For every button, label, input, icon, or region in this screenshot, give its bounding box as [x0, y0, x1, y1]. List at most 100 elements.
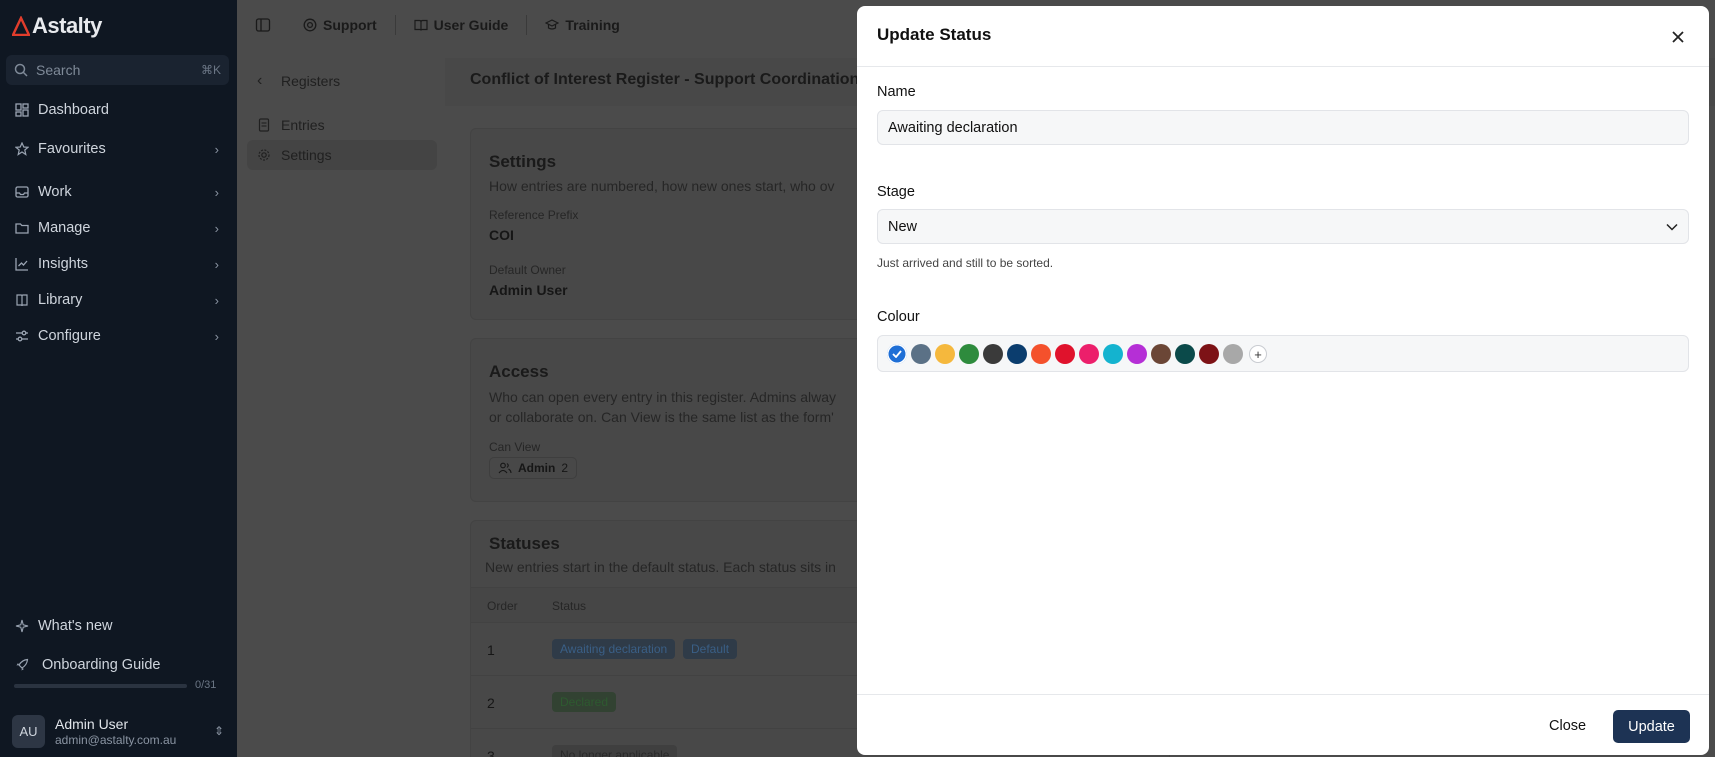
colour-swatch[interactable]	[1127, 344, 1147, 364]
chip-count: 2	[561, 461, 569, 475]
users-icon	[498, 462, 512, 474]
file-icon	[257, 118, 271, 132]
statuses-card-description: New entries start in the default status.…	[485, 559, 836, 575]
divider	[394, 15, 396, 35]
sidebar-item-manage[interactable]: Manage ›	[0, 212, 237, 244]
folder-icon	[14, 220, 30, 236]
colour-swatch[interactable]	[1031, 344, 1051, 364]
sliders-icon	[14, 328, 30, 344]
subnav-item-settings[interactable]: Settings	[247, 140, 437, 170]
access-card-description-line1: Who can open every entry in this registe…	[489, 389, 837, 405]
chevron-right-icon: ›	[214, 292, 219, 308]
whats-new-link[interactable]: What's new	[0, 610, 237, 642]
sidebar-item-label: Manage	[38, 220, 91, 236]
name-field[interactable]	[877, 110, 1689, 145]
colour-picker: +	[877, 335, 1689, 372]
colour-swatch[interactable]	[983, 344, 1003, 364]
chevron-right-icon: ›	[214, 256, 219, 272]
colour-swatch[interactable]	[1007, 344, 1027, 364]
default-owner-value: Admin User	[489, 282, 568, 298]
settings-label: Settings	[281, 147, 332, 163]
user-menu[interactable]: AU Admin User admin@astalty.com.au ⇕	[12, 714, 232, 748]
row-order: 3	[487, 748, 495, 757]
search-icon	[14, 63, 28, 77]
colour-swatch[interactable]	[887, 344, 907, 364]
colour-label: Colour	[877, 309, 920, 325]
colour-swatch[interactable]	[959, 344, 979, 364]
reference-prefix-label: Reference Prefix	[489, 208, 579, 222]
colour-swatch[interactable]	[1199, 344, 1219, 364]
status-badge: Declared	[552, 692, 617, 712]
dialog-header-divider	[857, 66, 1709, 67]
back-label: Registers	[281, 73, 341, 89]
page-title: Conflict of Interest Register - Support …	[470, 71, 860, 88]
default-owner-label: Default Owner	[489, 263, 566, 277]
colour-swatch[interactable]	[1079, 344, 1099, 364]
divider	[526, 15, 528, 35]
gear-icon	[257, 148, 271, 162]
sidebar-item-label: Work	[38, 184, 72, 200]
reference-prefix-value: COI	[489, 227, 514, 243]
dialog-title: Update Status	[877, 25, 992, 44]
logo-mark-icon	[12, 16, 30, 36]
book-icon	[14, 292, 30, 308]
default-badge: Default	[683, 639, 738, 659]
sidebar-item-label: Library	[38, 292, 83, 308]
search-input[interactable]: Search ⌘K	[6, 55, 229, 85]
training-button[interactable]: Training	[537, 17, 627, 33]
column-header-status: Status	[552, 599, 587, 613]
stage-select[interactable]: New	[877, 209, 1689, 244]
sidebar-item-work[interactable]: Work ›	[0, 176, 237, 208]
sidebar-item-configure[interactable]: Configure ›	[0, 320, 237, 352]
close-icon[interactable]	[1667, 26, 1689, 48]
brand-name: Astalty	[32, 13, 102, 38]
colour-swatch[interactable]	[1103, 344, 1123, 364]
sidebar-item-dashboard[interactable]: Dashboard	[0, 94, 237, 126]
support-label: Support	[323, 17, 377, 33]
back-to-registers[interactable]: ‹ Registers	[247, 66, 437, 96]
register-subnav: ‹ Registers Entries Settings	[247, 66, 437, 170]
onboarding-progress-count: 0/31	[195, 679, 217, 691]
support-button[interactable]: Support	[295, 17, 385, 33]
subnav-item-entries[interactable]: Entries	[247, 110, 437, 140]
onboarding-guide-label: Onboarding Guide	[42, 657, 161, 673]
settings-card-description: How entries are numbered, how new ones s…	[489, 178, 835, 194]
update-button[interactable]: Update	[1613, 710, 1690, 743]
user-guide-button[interactable]: User Guide	[406, 17, 517, 33]
colour-swatch[interactable]	[911, 344, 931, 364]
sparkle-icon	[14, 618, 30, 634]
stage-help-text: Just arrived and still to be sorted.	[877, 256, 1054, 270]
access-card-title: Access	[489, 362, 549, 381]
chevron-right-icon: ›	[214, 328, 219, 344]
onboarding-guide-link[interactable]: Onboarding Guide	[0, 649, 237, 681]
row-order: 2	[487, 695, 495, 711]
search-shortcut: ⌘K	[200, 63, 221, 77]
chevrons-updown-icon: ⇕	[213, 724, 224, 738]
colour-swatch[interactable]	[1223, 344, 1243, 364]
colour-swatch[interactable]	[1175, 344, 1195, 364]
colour-swatch[interactable]	[1151, 344, 1171, 364]
sidebar-item-insights[interactable]: Insights ›	[0, 248, 237, 280]
sidebar-toggle-icon[interactable]	[255, 17, 271, 33]
search-placeholder: Search	[36, 62, 81, 78]
sidebar-item-label: Configure	[38, 328, 101, 344]
stage-selected-value: New	[888, 218, 918, 235]
chip-label: Admin	[518, 461, 556, 475]
can-view-label: Can View	[489, 440, 541, 454]
user-name: Admin User	[55, 715, 129, 732]
whats-new-label: What's new	[38, 618, 113, 634]
chart-icon	[14, 256, 30, 272]
brand-logo[interactable]: Astalty	[12, 13, 102, 38]
onboarding-progress-bar	[14, 684, 187, 688]
update-status-dialog: Update Status Name Stage New Just arrive…	[857, 6, 1709, 755]
sidebar-item-library[interactable]: Library ›	[0, 284, 237, 316]
book-open-icon	[414, 18, 428, 32]
sidebar-item-favourites[interactable]: Favourites ›	[0, 133, 237, 165]
colour-swatch[interactable]	[935, 344, 955, 364]
settings-card-title: Settings	[489, 152, 557, 171]
can-view-chip[interactable]: Admin 2	[489, 457, 578, 479]
close-button[interactable]: Close	[1537, 710, 1598, 742]
top-bar: Support User Guide Training	[237, 0, 857, 50]
add-colour-button[interactable]: +	[1249, 345, 1267, 363]
colour-swatch[interactable]	[1055, 344, 1075, 364]
